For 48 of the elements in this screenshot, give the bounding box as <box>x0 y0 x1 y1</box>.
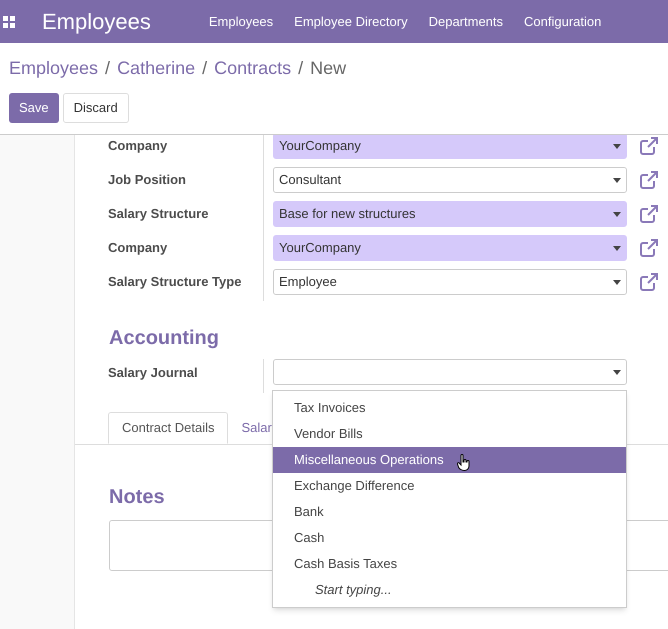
select-field[interactable]: Employee <box>273 269 627 295</box>
caret-icon <box>613 212 621 216</box>
dropdown-option[interactable]: Bank <box>273 499 626 525</box>
breadcrumb-separator: / <box>105 57 110 80</box>
discard-button[interactable]: Discard <box>62 93 129 123</box>
dropdown-option[interactable]: Cash Basis Taxes <box>273 551 626 577</box>
dropdown-option[interactable]: Cash <box>273 525 626 551</box>
dropdown-hint[interactable]: Start typing... <box>273 577 626 603</box>
section-heading: Accounting <box>109 326 219 351</box>
breadcrumb-link[interactable]: Contracts <box>214 55 292 82</box>
breadcrumb-separator: / <box>298 57 304 80</box>
field-label: Salary Structure Type <box>108 273 242 291</box>
section-heading: Notes <box>109 485 165 510</box>
app-title: Employees <box>42 8 151 36</box>
field-label: Salary Journal <box>108 364 199 382</box>
dropdown-option[interactable]: Miscellaneous Operations <box>273 447 626 473</box>
select-field[interactable]: YourCompany <box>273 235 627 261</box>
select-field[interactable]: Consultant <box>273 167 627 193</box>
external-link-icon[interactable] <box>639 170 659 190</box>
caret-icon <box>613 144 621 148</box>
field-label: Company <box>108 137 168 155</box>
menu-link[interactable]: Employee Directory <box>294 12 408 32</box>
caret-icon <box>613 370 621 374</box>
select-field[interactable]: YourCompany <box>273 135 627 159</box>
tab[interactable]: Contract Details <box>108 412 228 444</box>
apps-menu-icon[interactable] <box>3 16 15 28</box>
external-link-icon[interactable] <box>639 136 659 156</box>
dropdown-option[interactable]: Exchange Difference <box>273 473 626 499</box>
external-link-icon[interactable] <box>639 238 659 258</box>
field-label: Salary Structure <box>108 205 210 223</box>
breadcrumb-link[interactable]: Employees <box>9 55 98 82</box>
field-label: Job Position <box>108 171 187 189</box>
menu-link[interactable]: Configuration <box>524 12 602 32</box>
menu-link[interactable]: Employees <box>208 12 274 32</box>
hand-cursor-icon <box>457 454 471 471</box>
field-label: Company <box>108 239 168 257</box>
caret-icon <box>613 246 621 250</box>
menu-link[interactable]: Departments <box>428 12 504 32</box>
caret-icon <box>613 280 621 284</box>
external-link-icon[interactable] <box>639 204 659 224</box>
select-field[interactable] <box>273 359 627 385</box>
breadcrumb-separator: / <box>202 57 208 80</box>
save-button[interactable]: Save <box>9 93 59 123</box>
breadcrumb-link[interactable]: Catherine <box>117 55 196 82</box>
caret-icon <box>613 178 621 182</box>
breadcrumb-current: New <box>310 57 346 80</box>
select-field[interactable]: Base for new structures <box>273 201 627 227</box>
external-link-icon[interactable] <box>639 272 659 292</box>
